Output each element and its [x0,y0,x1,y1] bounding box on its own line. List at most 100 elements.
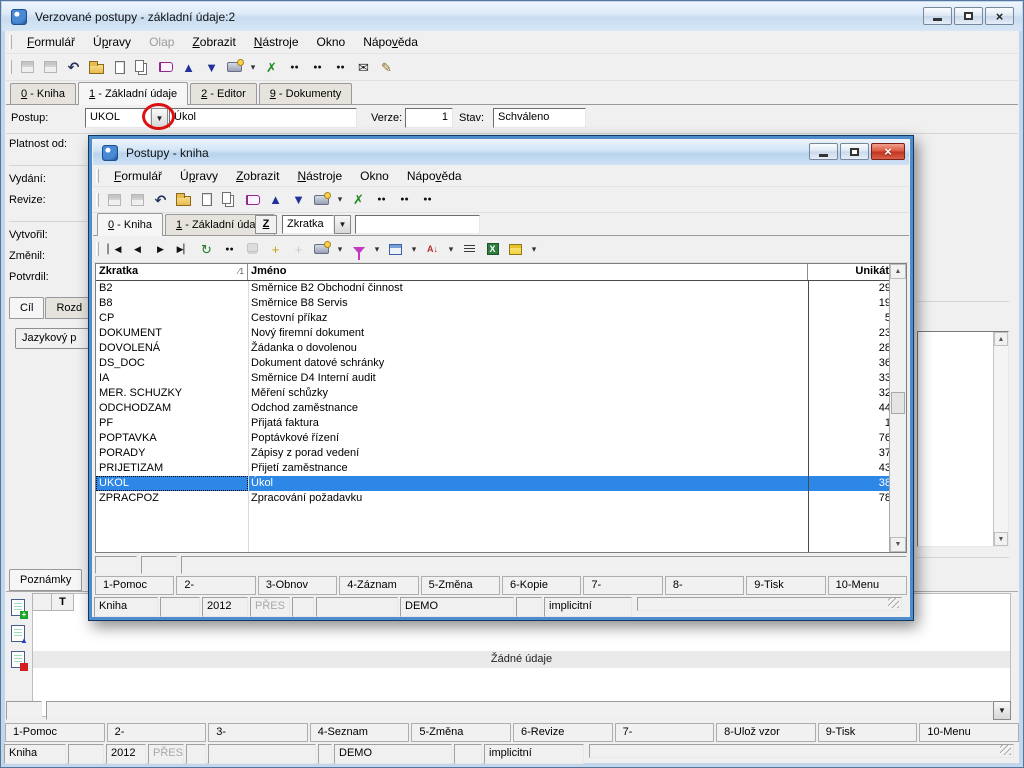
add-bookmark-icon[interactable]: + [266,240,285,258]
tab[interactable]: 0 - Kniha [10,83,76,104]
menu-item[interactable]: Okno [351,165,398,187]
menu-item[interactable]: Nápověda [354,31,427,53]
table-row[interactable]: DS_DOC Dokument datové schránky 36 [96,356,906,371]
postup-name-field[interactable]: Úkol [169,108,357,128]
menu-item[interactable]: Nápověda [398,165,471,187]
undo-icon[interactable]: ↶ [64,58,83,76]
fkey-button[interactable]: 5-Změna [421,576,500,595]
scrollbar-thumb[interactable] [891,392,905,414]
maximize-button[interactable] [954,7,983,25]
fkey-button[interactable]: 7- [583,576,662,595]
filter-field-dropdown[interactable]: ▼ [334,215,351,234]
scroll-up-icon[interactable]: ▲ [994,332,1008,346]
notes-tab[interactable]: Poznámky [9,569,82,591]
fkey-button[interactable]: 5-Změna [411,723,511,742]
table-row[interactable]: UKOL Úkol 38 [96,476,906,491]
table-row[interactable]: PORADY Zápisy z porad vedení 37 [96,446,906,461]
table-row[interactable]: B8 Směrnice B8 Servis 19 [96,296,906,311]
view-icon[interactable] [312,191,331,209]
filter-dropdown-icon[interactable]: ▾ [372,240,382,258]
menu-item[interactable]: Okno [308,31,355,53]
last-record-icon[interactable]: ▶▏ [174,240,193,258]
table-row[interactable]: B2 Směrnice B2 Obchodní činnost 29 [96,281,906,296]
sort-dropdown-icon[interactable]: ▾ [446,240,456,258]
side-tab[interactable]: Rozd [45,297,89,319]
move-down-icon[interactable]: ▼ [289,191,308,209]
menubar-grip[interactable] [96,169,99,183]
find-column-icon[interactable]: ●● [308,58,327,76]
minimize-button[interactable] [923,7,952,25]
mail-icon[interactable]: ✉ [354,58,373,76]
column-header-zkratka[interactable]: Zkratka∕1 [96,264,248,280]
table-row[interactable]: ODCHODZAM Odchod zaměstnance 44 [96,401,906,416]
toolbar-grip[interactable] [96,193,99,207]
table-dropdown-icon[interactable]: ▾ [529,240,539,258]
view-dropdown-icon[interactable]: ▾ [248,58,258,76]
table-row[interactable]: DOKUMENT Nový firemní dokument 23 [96,326,906,341]
menu-item[interactable]: Formulář [18,31,84,53]
move-up-icon[interactable]: ▲ [266,191,285,209]
stamp-icon[interactable] [243,240,262,258]
note-up-icon[interactable] [11,625,25,642]
bottom-combo-dropdown[interactable]: ▼ [993,701,1011,720]
list-icon[interactable] [460,240,479,258]
table-row[interactable]: ZPRACPOZ Zpracování požadavku 78 [96,491,906,506]
table-row[interactable]: IA Směrnice D4 Interní audit 33 [96,371,906,386]
bottom-combo-field[interactable] [46,701,993,720]
close-button[interactable] [985,7,1014,25]
tab[interactable]: 2 - Editor [190,83,257,104]
copy-icon[interactable] [133,58,152,76]
book-icon[interactable] [243,191,262,209]
copy-icon[interactable] [220,191,239,209]
move-down-icon[interactable]: ▼ [202,58,221,76]
z-button[interactable]: Z [255,215,277,234]
save-close-icon[interactable] [41,58,60,76]
menu-item[interactable]: Formulář [105,165,171,187]
open-icon[interactable] [87,58,106,76]
refresh-icon[interactable]: ↻ [197,240,216,258]
scroll-down-icon[interactable]: ▼ [890,537,906,552]
fkey-button[interactable]: 4-Seznam [310,723,410,742]
menu-item[interactable]: Zobrazit [183,31,244,53]
find-icon[interactable]: ●● [285,58,304,76]
note-add-icon[interactable] [11,599,25,616]
excel-edit-icon[interactable]: ✗ [349,191,368,209]
find-column-icon[interactable]: ●● [395,191,414,209]
menu-item[interactable]: Nástroje [288,165,351,187]
fkey-button[interactable]: 1-Pomoc [95,576,174,595]
view-dropdown-icon[interactable]: ▾ [335,191,345,209]
fkey-button[interactable]: 8- [665,576,744,595]
excel-edit-icon[interactable]: ✗ [262,58,281,76]
view-dropdown-icon[interactable]: ▾ [335,240,345,258]
find-icon[interactable]: ●● [220,240,239,258]
scroll-up-icon[interactable]: ▲ [890,264,906,279]
tab[interactable]: 9 - Dokumenty [259,83,353,104]
language-button[interactable]: Jazykový p [15,328,89,349]
table-scrollbar[interactable]: ▲ ▼ [889,264,906,552]
excel-icon[interactable]: X [483,240,502,258]
menu-item[interactable]: Olap [140,31,183,53]
prev-record-icon[interactable]: ◀ [128,240,147,258]
toolbar-grip[interactable] [9,60,12,74]
table-row[interactable]: PF Přijatá faktura 1 [96,416,906,431]
fkey-button[interactable]: 3-Obnov [258,576,337,595]
view-icon[interactable] [312,240,331,258]
form-dropdown-icon[interactable]: ▾ [409,240,419,258]
fkey-button[interactable]: 10-Menu [828,576,907,595]
fkey-button[interactable]: 2- [176,576,255,595]
table-row[interactable]: CP Cestovní příkaz 5 [96,311,906,326]
table-icon[interactable] [506,240,525,258]
column-header-unikat[interactable]: Unikát [808,264,894,280]
table-row[interactable]: PRIJETIZAM Přijetí zaměstnance 43 [96,461,906,476]
text-area[interactable]: ▲ ▼ [917,331,1009,547]
fkey-button[interactable]: 9-Tisk [746,576,825,595]
menu-item[interactable]: Úpravy [84,31,140,53]
sort-icon[interactable]: A↓ [423,240,442,258]
fkey-button[interactable]: 8-Ulož vzor [716,723,816,742]
book-icon[interactable] [156,58,175,76]
open-icon[interactable] [174,191,193,209]
tab[interactable]: 0 - Kniha [97,213,163,236]
save-close-icon[interactable] [128,191,147,209]
save-icon[interactable] [18,58,37,76]
undo-icon[interactable]: ↶ [151,191,170,209]
